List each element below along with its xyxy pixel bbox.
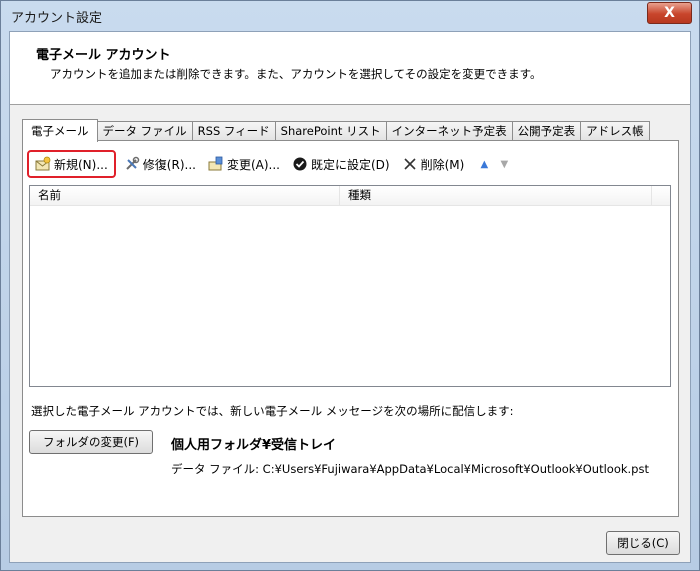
data-file-path: データ ファイル: C:¥Users¥Fujiwara¥AppData¥Loca… — [171, 462, 649, 476]
header-panel: 電子メール アカウント アカウントを追加または削除できます。また、アカウントを選… — [10, 32, 690, 105]
repair-account-label: 修復(R)... — [142, 157, 196, 172]
change-folder-button[interactable]: フォルダの変更(F) — [29, 430, 153, 454]
delete-account-button[interactable]: 削除(M) — [398, 152, 469, 176]
window-title: アカウント設定 — [11, 11, 103, 26]
tab-sharepoint-lists[interactable]: SharePoint リスト — [274, 121, 387, 141]
set-default-label: 既定に設定(D) — [310, 157, 390, 172]
account-list-header: 名前 種類 — [30, 186, 670, 206]
tab-published-calendars[interactable]: 公開予定表 — [511, 121, 582, 141]
window-close-button[interactable]: X — [647, 2, 692, 24]
tab-internet-calendars[interactable]: インターネット予定表 — [385, 121, 513, 141]
delivery-folder-name: 個人用フォルダ¥受信トレイ — [171, 438, 337, 453]
tab-address-books[interactable]: アドレス帳 — [580, 121, 650, 141]
change-account-button[interactable]: 変更(A)... — [204, 152, 284, 176]
account-list[interactable]: 名前 種類 — [29, 185, 671, 387]
account-toolbar: 新規(N)... 修復(R)... 変更(A)... 既定に設定(D) 削除(M… — [27, 150, 512, 178]
set-default-button[interactable]: 既定に設定(D) — [288, 152, 394, 176]
delete-x-icon — [402, 156, 418, 172]
new-mail-icon — [35, 156, 51, 172]
change-account-label: 変更(A)... — [226, 157, 280, 172]
header-description: アカウントを追加または削除できます。また、アカウントを選択してその設定を変更でき… — [50, 67, 542, 81]
column-header-type[interactable]: 種類 — [340, 186, 652, 205]
delivery-description: 選択した電子メール アカウントでは、新しい電子メール メッセージを次の場所に配信… — [31, 404, 514, 418]
tab-email[interactable]: 電子メール — [22, 119, 98, 142]
new-account-button[interactable]: 新規(N)... — [27, 150, 116, 178]
delete-account-label: 削除(M) — [420, 157, 465, 172]
checkmark-circle-icon — [292, 156, 308, 172]
tab-data-files[interactable]: データ ファイル — [96, 121, 193, 141]
repair-account-button[interactable]: 修復(R)... — [120, 152, 200, 176]
change-settings-icon — [208, 156, 224, 172]
title-bar: アカウント設定 X — [1, 1, 699, 31]
email-tab-panel: 新規(N)... 修復(R)... 変更(A)... 既定に設定(D) 削除(M… — [22, 140, 679, 517]
dialog-client-area: 電子メール アカウント アカウントを追加または削除できます。また、アカウントを選… — [9, 31, 691, 563]
close-button[interactable]: 閉じる(C) — [606, 531, 680, 555]
arrow-down-icon[interactable]: ▼ — [496, 159, 512, 170]
arrow-up-icon[interactable]: ▲ — [476, 159, 492, 170]
column-header-name[interactable]: 名前 — [30, 186, 340, 205]
new-account-label: 新規(N)... — [54, 157, 108, 172]
account-settings-window: アカウント設定 X 電子メール アカウント アカウントを追加または削除できます。… — [0, 0, 700, 571]
header-title: 電子メール アカウント — [36, 48, 171, 63]
column-header-filler — [652, 186, 670, 205]
tab-strip: 電子メール データ ファイル RSS フィード SharePoint リスト イ… — [22, 119, 650, 142]
repair-tools-icon — [124, 156, 140, 172]
tab-rss-feeds[interactable]: RSS フィード — [191, 121, 276, 141]
